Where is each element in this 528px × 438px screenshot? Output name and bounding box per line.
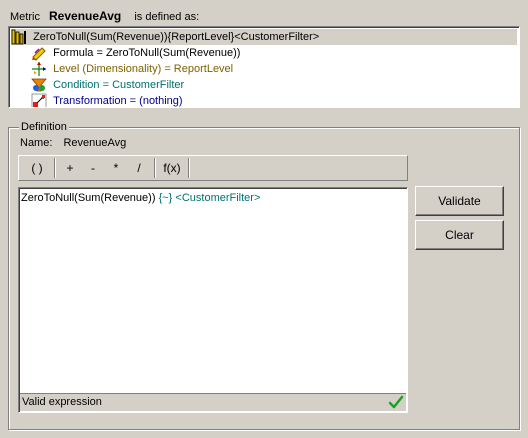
check-icon [388,394,404,410]
name-label: Name: [20,137,53,149]
validate-button[interactable]: Validate [415,186,504,216]
transformation-icon [31,93,47,107]
clear-button[interactable]: Clear [415,220,504,250]
expression-text[interactable]: ZeroToNull(Sum(Revenue)) {~} <CustomerFi… [21,192,260,204]
condition-icon [31,77,47,93]
name-row: Name: RevenueAvg [20,136,126,150]
formula-icon [31,45,47,61]
tree-item-level-label: Level (Dimensionality) = ReportLevel [53,63,234,75]
operator-toolbar: ( ) + - * / f(x) [18,155,408,181]
tree-item-root[interactable]: ZeroToNull(Sum(Revenue)){ReportLevel}<Cu… [11,29,517,45]
expression-condition: <CustomerFilter> [175,192,261,204]
validation-status-bar: Valid expression [20,393,406,411]
tree-item-root-label: ZeroToNull(Sum(Revenue)){ReportLevel}<Cu… [33,31,320,43]
tree-item-condition[interactable]: Condition = CustomerFilter [31,77,184,93]
tree-item-formula-label: Formula = ZeroToNull(Sum(Revenue)) [53,47,241,59]
toolbar-separator [54,158,56,178]
metric-name: RevenueAvg [49,9,122,23]
tree-item-transformation[interactable]: Transformation = (nothing) [31,93,183,107]
expression-formula: ZeroToNull(Sum(Revenue)) [21,192,156,204]
tree-item-condition-label: Condition = CustomerFilter [53,79,185,91]
metric-definition-tree[interactable]: ZeroToNull(Sum(Revenue)){ReportLevel}<Cu… [8,26,520,108]
minus-button[interactable]: - [81,157,105,179]
divide-button[interactable]: / [127,157,151,179]
toolbar-separator [188,158,190,178]
expression-level: {~} [158,192,173,204]
tree-item-transformation-label: Transformation = (nothing) [53,95,183,107]
name-value: RevenueAvg [63,137,127,149]
expression-editor[interactable]: ZeroToNull(Sum(Revenue)) {~} <CustomerFi… [18,187,408,413]
parentheses-button[interactable]: ( ) [23,157,51,179]
validation-status-text: Valid expression [22,396,102,408]
plus-button[interactable]: + [59,157,81,179]
metric-header: Metric RevenueAvg is defined as: [10,8,199,24]
multiply-button[interactable]: * [105,157,127,179]
metric-icon [11,29,27,45]
definition-group-label: Definition [19,120,69,134]
metric-label: Metric [10,11,40,23]
level-icon [31,61,47,77]
tree-item-formula[interactable]: Formula = ZeroToNull(Sum(Revenue)) [31,45,240,61]
tree-item-level[interactable]: Level (Dimensionality) = ReportLevel [31,61,233,77]
defined-as-label: is defined as: [134,11,200,23]
toolbar-separator [154,158,156,178]
function-button[interactable]: f(x) [159,157,185,179]
